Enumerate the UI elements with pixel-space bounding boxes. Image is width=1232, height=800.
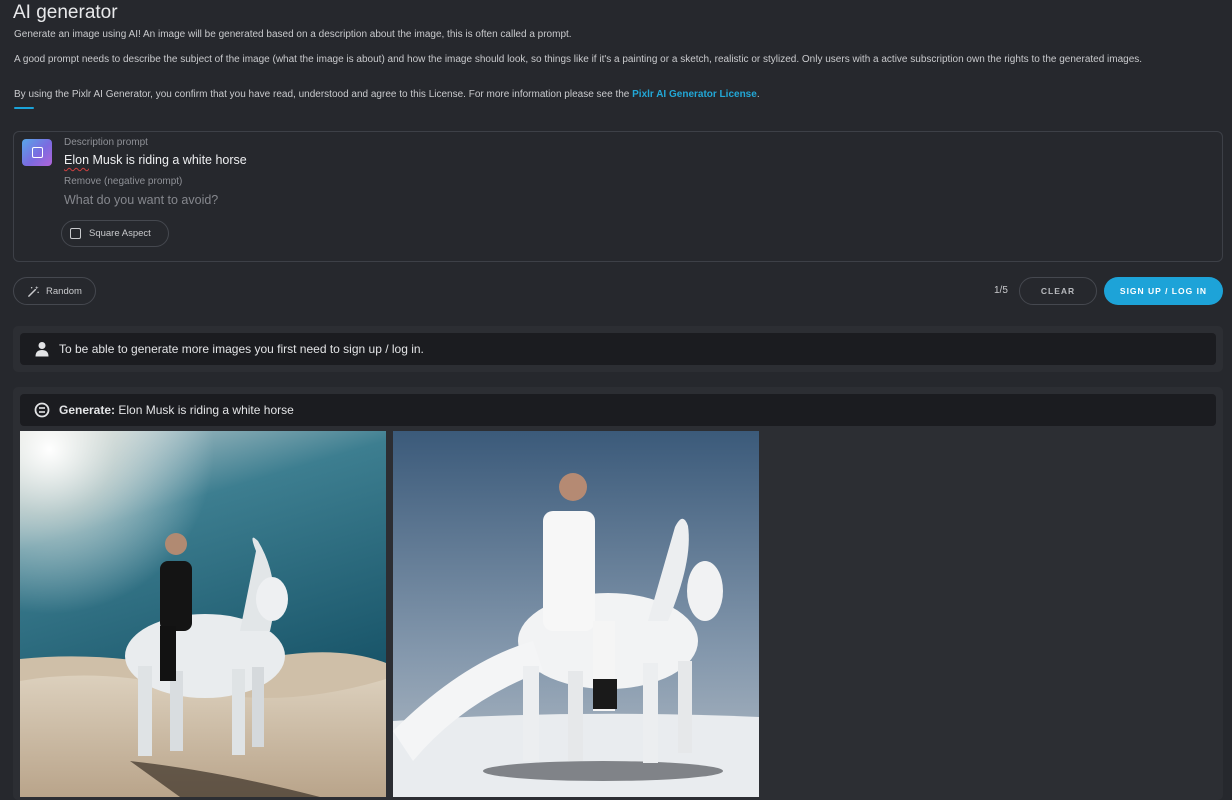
description-rest: Musk is riding a white horse	[89, 153, 247, 167]
notice-bar: To be able to generate more images you f…	[20, 333, 1216, 365]
generate-bar: Generate: Elon Musk is riding a white ho…	[20, 394, 1216, 426]
generation-count: 1/5	[994, 285, 1008, 296]
notice-panel: To be able to generate more images you f…	[13, 326, 1223, 372]
description-label: Description prompt	[64, 137, 148, 148]
notice-text: To be able to generate more images you f…	[59, 342, 424, 356]
description-first-word: Elon	[64, 153, 90, 167]
license-text-suffix: .	[756, 89, 760, 100]
magic-wand-icon	[28, 285, 39, 297]
generated-image-2[interactable]	[393, 431, 759, 797]
square-icon	[22, 139, 52, 166]
license-link[interactable]: Pixlr AI Generator License	[632, 89, 757, 100]
random-button[interactable]: Random	[13, 277, 96, 305]
user-icon	[35, 342, 49, 357]
license-text-prefix: By using the Pixlr AI Generator, you con…	[14, 89, 633, 100]
generated-image-1[interactable]	[20, 431, 386, 797]
intro-text-1: Generate an image using AI! An image wil…	[14, 29, 572, 40]
signup-login-button[interactable]: SIGN UP / LOG IN	[1104, 277, 1223, 305]
accent-divider	[14, 107, 34, 109]
ai-badge-icon	[34, 402, 50, 418]
clear-button[interactable]: CLEAR	[1019, 277, 1097, 305]
negative-label: Remove (negative prompt)	[64, 176, 183, 187]
generation-panel: Generate: Elon Musk is riding a white ho…	[13, 387, 1223, 800]
prompt-panel: Description prompt Elon Musk is riding a…	[13, 131, 1223, 262]
random-label: Random	[46, 285, 82, 297]
desert-horse-image	[20, 431, 386, 797]
checkbox-icon	[70, 228, 81, 239]
square-aspect-toggle[interactable]: Square Aspect	[61, 220, 169, 247]
page-title: AI generator	[13, 2, 118, 23]
generate-prompt: Elon Musk is riding a white horse	[118, 403, 294, 417]
intro-text-2: A good prompt needs to describe the subj…	[14, 54, 1143, 65]
white-suit-horse-image	[393, 431, 759, 797]
intro-text-3: By using the Pixlr AI Generator, you con…	[14, 88, 1154, 101]
square-aspect-label: Square Aspect	[89, 228, 151, 239]
generate-label: Generate:	[59, 403, 116, 417]
description-input[interactable]: Elon Musk is riding a white horse	[64, 153, 247, 167]
negative-prompt-input[interactable]	[64, 191, 664, 209]
